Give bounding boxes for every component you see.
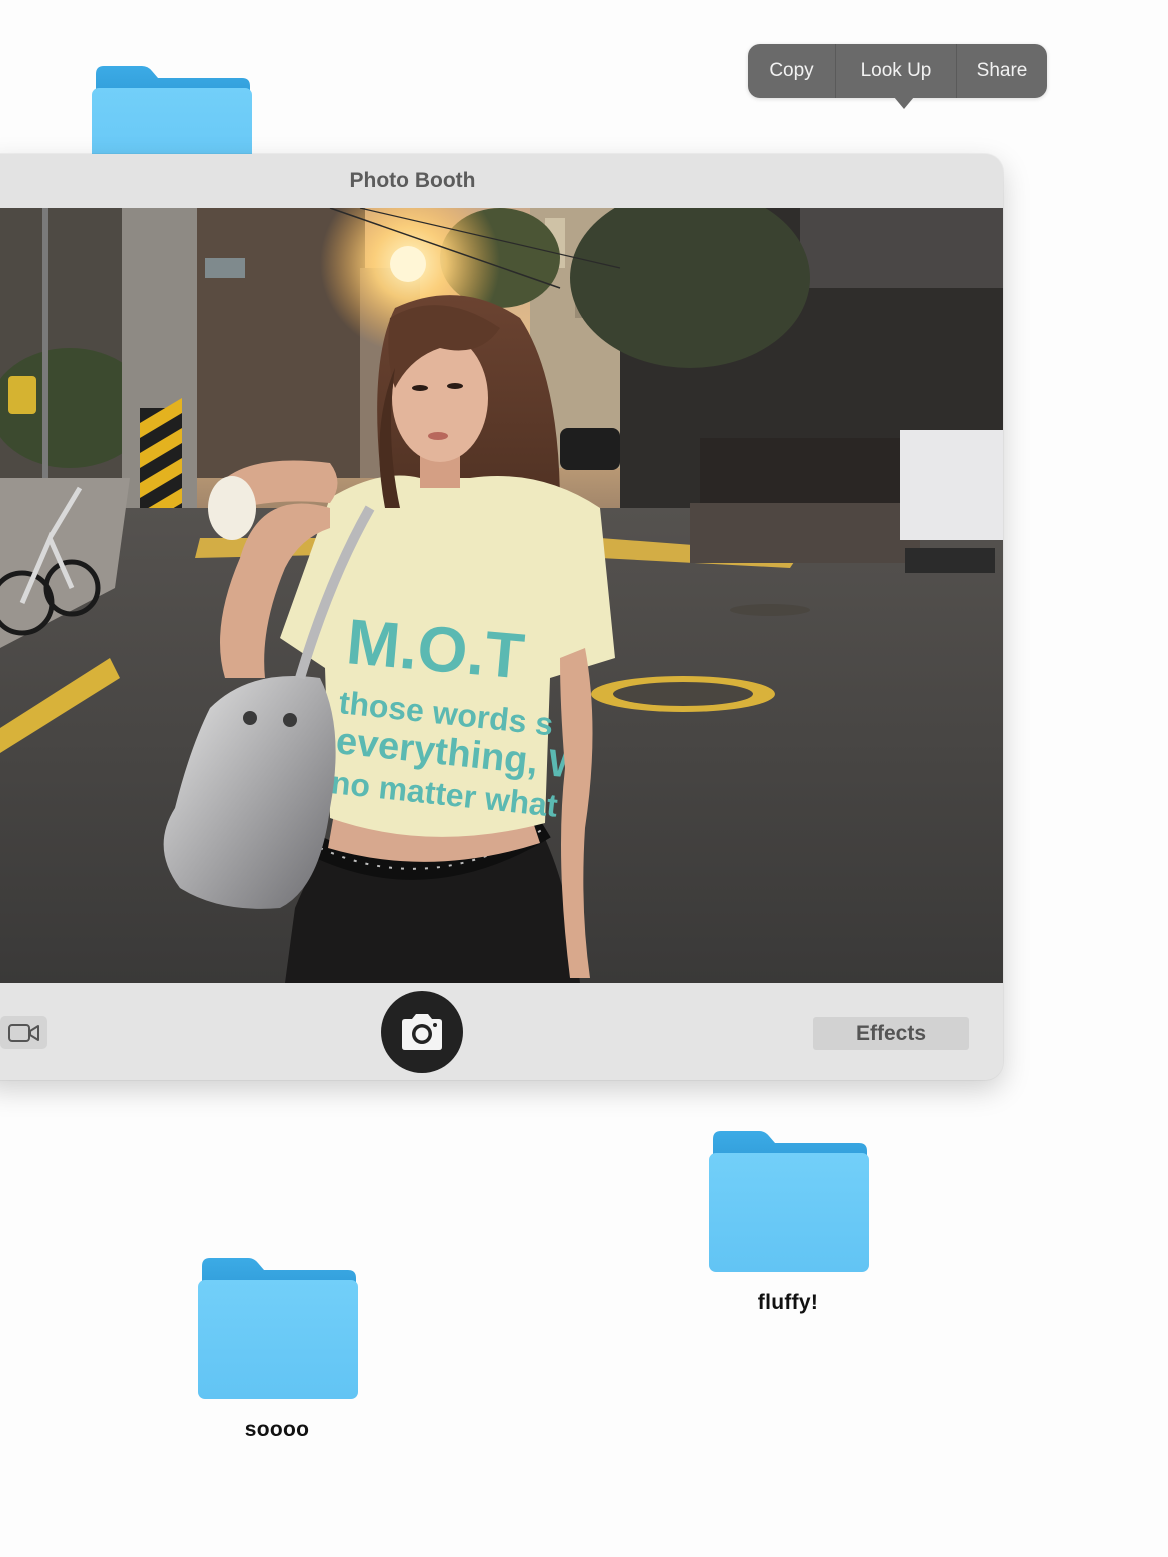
folder-icon — [709, 1131, 869, 1272]
camera-preview: M.O.T those words s everything, W no mat… — [0, 208, 1003, 983]
desktop-folder-soooo[interactable]: soooo — [196, 1256, 358, 1441]
text-context-menu: Copy Look Up Share — [748, 44, 1047, 109]
take-photo-button[interactable] — [381, 991, 463, 1073]
photo-booth-window: Photo Booth M.O.T those words s everythi… — [0, 154, 1003, 1080]
window-title: Photo Booth — [349, 169, 476, 192]
camera-icon — [402, 1014, 442, 1050]
video-mode-button[interactable] — [0, 1016, 47, 1049]
look-up-menu-item[interactable]: Look Up — [836, 44, 956, 98]
share-menu-item[interactable]: Share — [957, 44, 1047, 98]
folder-label[interactable]: fluffy! — [677, 1291, 899, 1315]
video-camera-icon — [7, 1023, 39, 1042]
folder-icon — [198, 1258, 358, 1399]
window-titlebar[interactable]: Photo Booth — [0, 154, 1003, 208]
desktop-folder-fluffy[interactable]: fluffy! — [707, 1129, 869, 1314]
street-photo: M.O.T those words s everything, W no mat… — [0, 208, 1003, 983]
copy-menu-item[interactable]: Copy — [748, 44, 835, 98]
effects-button[interactable]: Effects — [813, 1017, 969, 1050]
folder-label[interactable]: soooo — [166, 1418, 388, 1442]
photo-booth-toolbar: Effects — [0, 983, 1003, 1080]
